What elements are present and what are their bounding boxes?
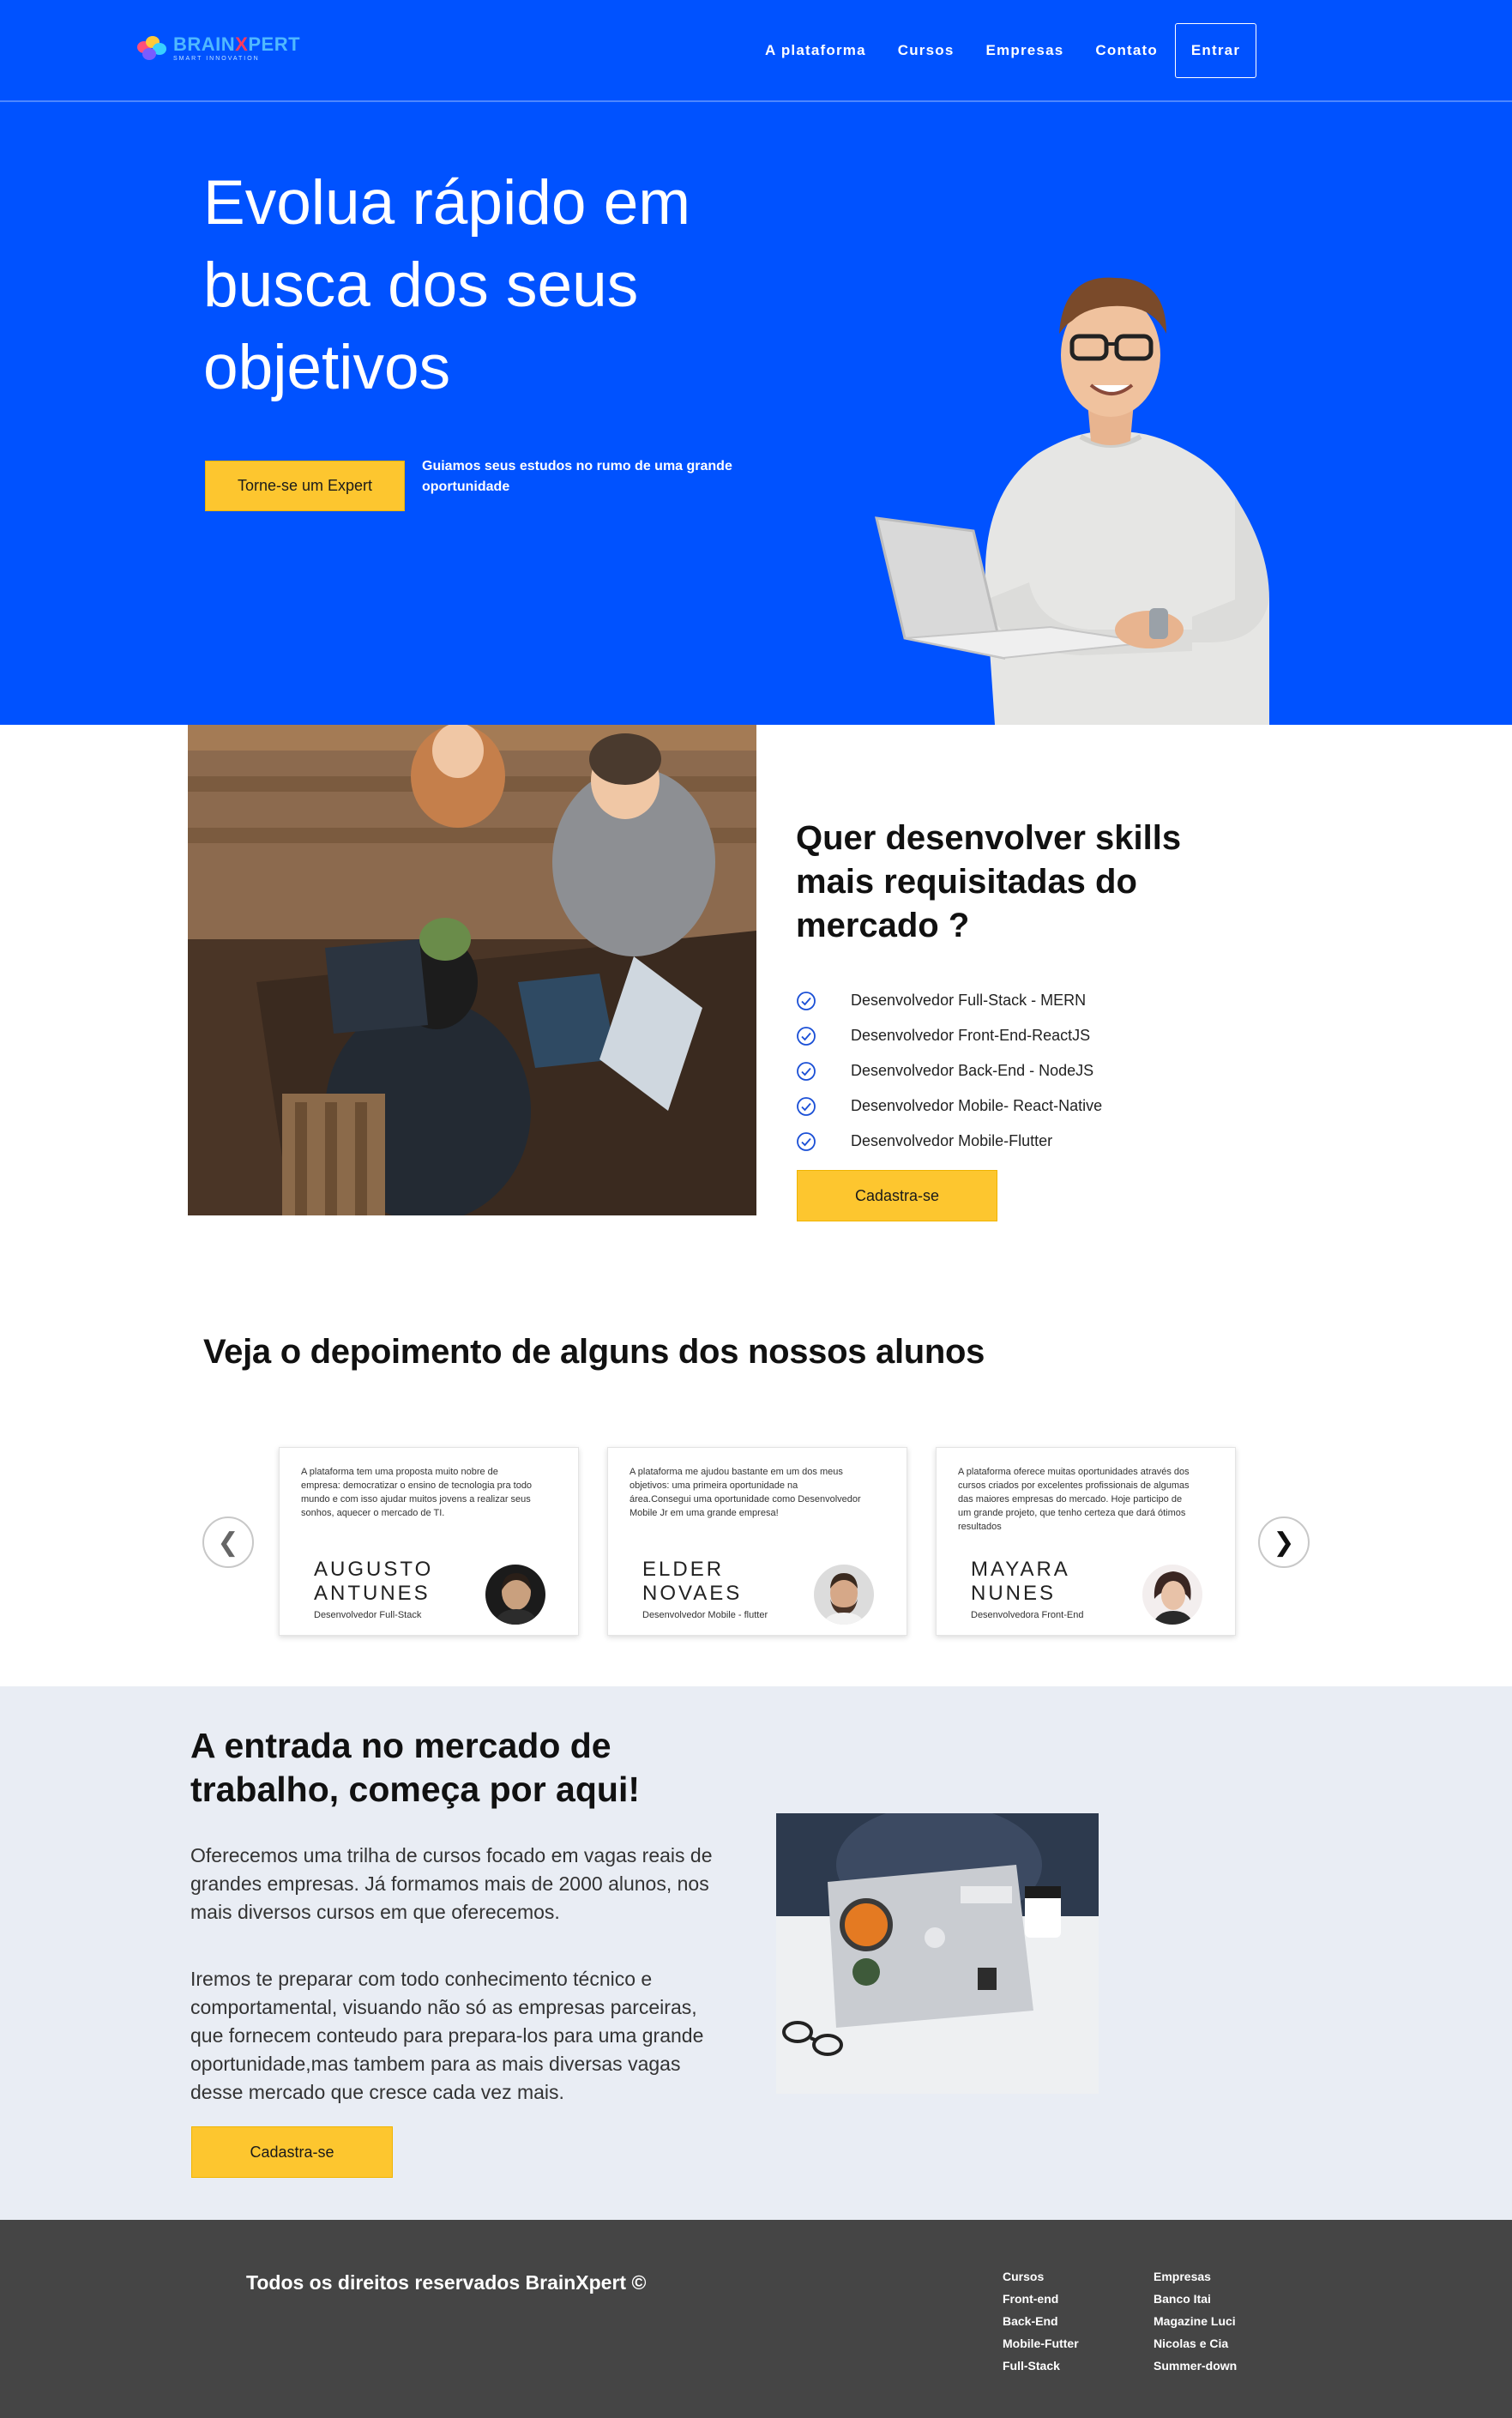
footer-link-company[interactable]: Summer-down [1154,2359,1237,2381]
nav-link-contato[interactable]: Contato [1095,42,1158,59]
nav-link-plataforma[interactable]: A plataforma [765,42,866,59]
market-heading: A entrada no mercado de trabalho, começa… [190,1726,640,1809]
skill-label: Desenvolvedor Front-End-ReactJS [851,1027,1091,1044]
footer-companies-heading: Empresas [1154,2270,1211,2283]
market-paragraph-1: Oferecemos uma trilha de cursos focado e… [190,1844,713,1923]
skill-label: Desenvolvedor Full-Stack - MERN [851,992,1087,1009]
skills-heading: Quer desenvolver skills mais requisitada… [796,819,1182,944]
footer-courses-list: Cursos Front-end Back-End Mobile-Futter … [1003,2270,1079,2381]
testimonial-author-name: ELDER NOVAES [642,1558,743,1605]
team-coding-photo [188,725,756,1215]
market-section: A entrada no mercado de trabalho, começa… [0,1686,1512,2220]
testimonial-card: A plataforma oferece muitas oportunidade… [936,1447,1236,1636]
footer-link-frontend[interactable]: Front-end [1003,2292,1079,2314]
testimonial-quote: A plataforma oferece muitas oportunidade… [958,1467,1190,1532]
top-navbar: BRAINXPERT SMART INNOVATION A plataforma… [0,0,1512,102]
check-circle-icon [797,991,816,1010]
avatar [485,1565,545,1625]
avatar [814,1565,874,1625]
footer-link-company[interactable]: Banco Itai [1154,2292,1237,2314]
avatar [1142,1565,1202,1625]
nav-link-cursos[interactable]: Cursos [898,42,955,59]
list-item: Desenvolvedor Front-End-ReactJS [796,1018,1102,1053]
signup-button-skills[interactable]: Cadastra-se [797,1170,997,1221]
footer-link-backend[interactable]: Back-End [1003,2314,1079,2337]
list-item: Desenvolvedor Mobile- React-Native [796,1088,1102,1124]
skill-label: Desenvolvedor Back-End - NodeJS [851,1062,1094,1079]
brand-tagline: SMART INNOVATION [173,55,260,62]
hero-subtitle: Guiamos seus estudos no rumo de uma gran… [422,459,732,494]
skill-label: Desenvolvedor Mobile-Flutter [851,1132,1053,1149]
testimonial-card: A plataforma tem uma proposta muito nobr… [279,1447,579,1636]
skills-list: Desenvolvedor Full-Stack - MERN Desenvol… [796,983,1102,1159]
footer-link-fullstack[interactable]: Full-Stack [1003,2359,1079,2381]
market-paragraph-2: Iremos te preparar com todo conhecimento… [190,1968,704,2103]
hero-person-with-laptop-image [875,277,1269,725]
testimonials-heading: Veja o depoimento de alguns dos nossos a… [203,1333,985,1371]
chevron-right-icon: ❯ [1273,1528,1295,1557]
footer: Todos os direitos reservados BrainXpert … [0,2220,1512,2418]
brain-logo-icon [136,34,168,62]
copyright-text: Todos os direitos reservados BrainXpert … [246,2271,647,2294]
carousel-prev-button[interactable]: ❮ [202,1517,254,1568]
footer-link-mobile[interactable]: Mobile-Futter [1003,2337,1079,2359]
list-item: Desenvolvedor Full-Stack - MERN [796,983,1102,1018]
skill-label: Desenvolvedor Mobile- React-Native [851,1097,1103,1114]
carousel-next-button[interactable]: ❯ [1258,1517,1310,1568]
login-button[interactable]: Entrar [1175,23,1256,78]
footer-courses-heading: Cursos [1003,2270,1045,2283]
testimonial-quote: A plataforma me ajudou bastante em um do… [629,1467,861,1518]
brand-logo[interactable]: BRAINXPERT SMART INNOVATION [136,31,300,65]
brand-name: BRAINXPERT [173,33,301,55]
main-nav: A plataforma Cursos Empresas Contato Ent… [733,23,1256,78]
footer-companies-list: Empresas Banco Itai Magazine Luci Nicola… [1154,2270,1237,2381]
laptop-stickers-photo [776,1813,1099,2094]
footer-link-company[interactable]: Magazine Luci [1154,2314,1237,2337]
testimonial-author-role: Desenvolvedor Full-Stack [314,1610,422,1620]
hero-title: Evolua rápido em busca dos seus objetivo… [203,168,691,402]
list-item: Desenvolvedor Mobile-Flutter [796,1124,1102,1159]
check-circle-icon [797,1131,816,1151]
hero-section: Evolua rápido em busca dos seus objetivo… [0,102,1512,725]
testimonial-author-name: MAYARA NUNES [971,1558,1069,1605]
check-circle-icon [797,1096,816,1116]
chevron-left-icon: ❮ [217,1528,239,1557]
testimonial-quote: A plataforma tem uma proposta muito nobr… [301,1467,533,1518]
footer-link-company[interactable]: Nicolas e Cia [1154,2337,1237,2359]
testimonial-author-role: Desenvolvedora Front-End [971,1610,1084,1620]
testimonial-card: A plataforma me ajudou bastante em um do… [607,1447,907,1636]
list-item: Desenvolvedor Back-End - NodeJS [796,1053,1102,1088]
testimonial-author-role: Desenvolvedor Mobile - flutter [642,1610,768,1620]
become-expert-button[interactable]: Torne-se um Expert [205,461,405,511]
check-circle-icon [797,1061,816,1081]
signup-button-market[interactable]: Cadastra-se [191,2126,393,2178]
nav-link-empresas[interactable]: Empresas [986,42,1064,59]
testimonial-author-name: AUGUSTO ANTUNES [314,1558,434,1605]
check-circle-icon [797,1026,816,1046]
